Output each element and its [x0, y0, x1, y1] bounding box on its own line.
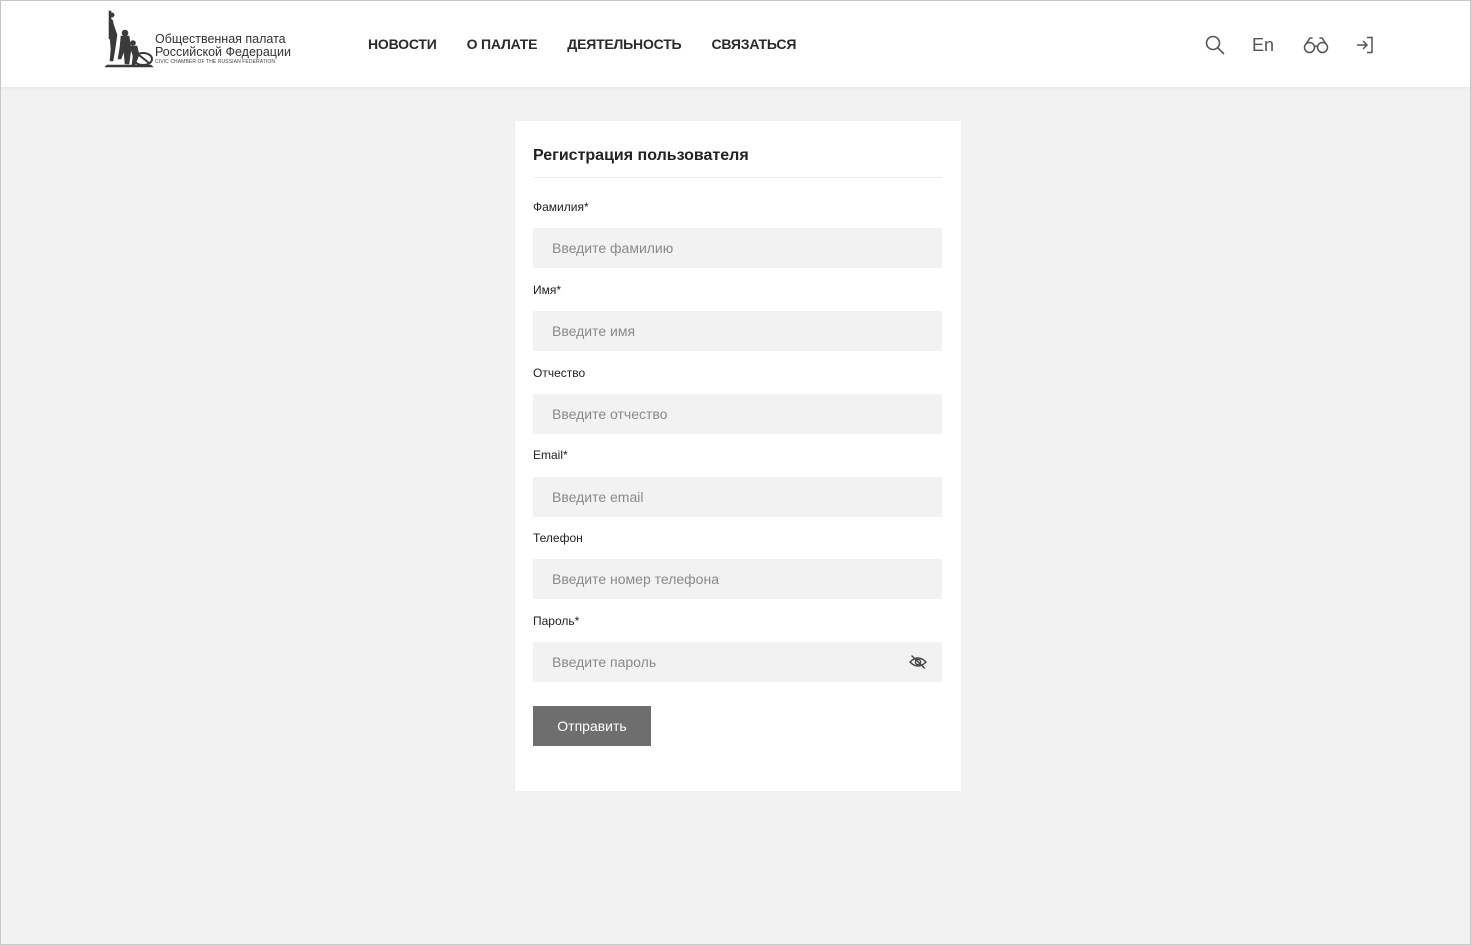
- first-name-label: Имя*: [533, 283, 562, 297]
- site-logo[interactable]: Общественная палата Российской Федерации…: [103, 9, 293, 69]
- last-name-label: Фамилия*: [533, 200, 589, 214]
- nav-item-activity[interactable]: ДЕЯТЕЛЬНОСТЬ: [567, 36, 681, 52]
- logo-title-line2: Российской Федерации: [155, 45, 291, 59]
- password-visibility-toggle[interactable]: [907, 653, 929, 671]
- eye-slash-icon: [909, 655, 927, 669]
- middle-name-label: Отчество: [533, 366, 586, 380]
- form-title: Регистрация пользователя: [533, 147, 749, 164]
- nav-item-news[interactable]: НОВОСТИ: [368, 36, 437, 52]
- site-header: Общественная палата Российской Федерации…: [1, 1, 1470, 87]
- submit-button[interactable]: Отправить: [533, 706, 651, 746]
- email-input[interactable]: [533, 477, 942, 517]
- first-name-input[interactable]: [533, 311, 942, 351]
- search-button[interactable]: [1201, 29, 1229, 61]
- last-name-input[interactable]: [533, 228, 942, 268]
- phone-input[interactable]: [533, 559, 942, 599]
- registration-card: Регистрация пользователя Фамилия* Имя* О…: [515, 121, 961, 791]
- language-switch-button[interactable]: En: [1250, 29, 1276, 61]
- logo-subtitle-en: CIVIC CHAMBER OF THE RUSSIAN FEDERATION: [155, 59, 276, 65]
- login-button[interactable]: [1353, 29, 1377, 61]
- search-icon: [1205, 35, 1225, 55]
- password-label: Пароль*: [533, 614, 580, 628]
- middle-name-input[interactable]: [533, 394, 942, 434]
- password-input[interactable]: [533, 642, 942, 682]
- nav-item-contact[interactable]: СВЯЗАТЬСЯ: [711, 36, 796, 52]
- monument-logo-icon: [104, 10, 154, 68]
- accessibility-button[interactable]: [1302, 29, 1330, 61]
- login-icon: [1356, 36, 1373, 54]
- logo-text: Общественная палата Российской Федерации…: [155, 33, 291, 65]
- phone-label: Телефон: [533, 531, 583, 545]
- title-divider: [533, 177, 942, 178]
- nav-item-about[interactable]: О ПАЛАТЕ: [467, 36, 538, 52]
- main-nav: НОВОСТИ О ПАЛАТЕ ДЕЯТЕЛЬНОСТЬ СВЯЗАТЬСЯ: [368, 36, 826, 52]
- email-label: Email*: [533, 448, 568, 462]
- glasses-icon: [1303, 37, 1329, 54]
